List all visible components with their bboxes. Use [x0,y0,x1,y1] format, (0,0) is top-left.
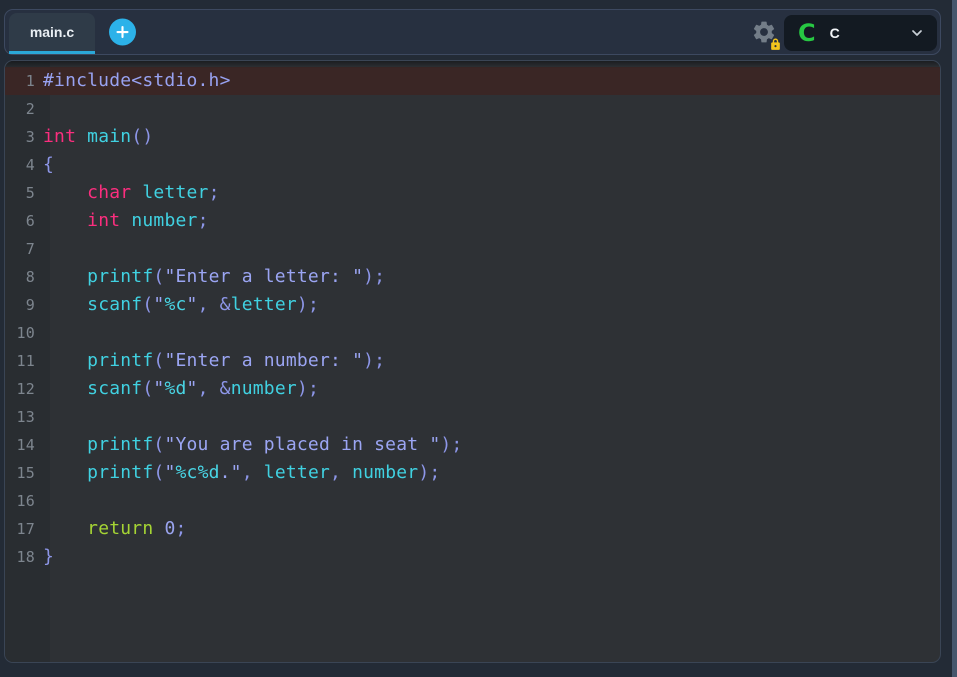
code-line-active[interactable]: 1#include<stdio.h> [5,67,940,95]
line-number: 3 [5,123,35,151]
line-number: 17 [5,515,35,543]
tab-main-c[interactable]: main.c [9,13,95,54]
line-number: 1 [5,67,35,95]
code-line-text [35,403,43,431]
add-tab-button[interactable] [109,19,136,46]
code-line-text: scanf("%d", &number); [35,375,319,403]
lock-icon [769,38,782,51]
line-number: 11 [5,347,35,375]
c-language-logo: C [798,21,816,45]
line-number: 9 [5,291,35,319]
toolbar: main.c C C [4,9,941,55]
settings-button[interactable] [751,19,777,45]
code-line-text [35,487,43,515]
code-line-text: printf("%c%d.", letter, number); [35,459,440,487]
code-line-text [35,319,43,347]
code-line-text [35,235,43,263]
code-line-text: return 0; [35,515,187,543]
line-number: 8 [5,263,35,291]
line-number: 10 [5,319,35,347]
code-line[interactable]: 4{ [5,151,940,179]
code-line[interactable]: 2 [5,95,940,123]
code-line-text: int number; [35,207,209,235]
code-line-text: } [35,543,54,571]
line-number: 14 [5,431,35,459]
code-line-text: printf("Enter a number: "); [35,347,385,375]
chevron-down-icon [909,25,925,41]
line-number: 18 [5,543,35,571]
code-line-text: #include<stdio.h> [35,67,231,95]
code-line[interactable]: 18} [5,543,940,571]
code-line-text: printf("You are placed in seat "); [35,431,462,459]
page-scrollbar[interactable] [952,0,957,677]
line-number: 13 [5,403,35,431]
code-line[interactable]: 3int main() [5,123,940,151]
code-line[interactable]: 9 scanf("%c", &letter); [5,291,940,319]
code-line-text [35,95,43,123]
code-line[interactable]: 10 [5,319,940,347]
language-selector[interactable]: C C [784,15,937,51]
code-line[interactable]: 14 printf("You are placed in seat "); [5,431,940,459]
code-lines: 1#include<stdio.h>23int main()4{5 char l… [5,67,940,571]
code-line[interactable]: 7 [5,235,940,263]
code-line-text: { [35,151,54,179]
code-line-text: int main() [35,123,153,151]
line-number: 15 [5,459,35,487]
code-line-text: char letter; [35,179,220,207]
code-line[interactable]: 15 printf("%c%d.", letter, number); [5,459,940,487]
code-line-text: printf("Enter a letter: "); [35,263,385,291]
code-line[interactable]: 11 printf("Enter a number: "); [5,347,940,375]
code-line[interactable]: 5 char letter; [5,179,940,207]
code-line[interactable]: 6 int number; [5,207,940,235]
line-number: 12 [5,375,35,403]
line-number: 16 [5,487,35,515]
line-number: 6 [5,207,35,235]
line-number: 5 [5,179,35,207]
line-number: 7 [5,235,35,263]
code-line[interactable]: 8 printf("Enter a letter: "); [5,263,940,291]
code-line[interactable]: 13 [5,403,940,431]
code-line[interactable]: 17 return 0; [5,515,940,543]
code-editor[interactable]: 1#include<stdio.h>23int main()4{5 char l… [4,60,941,663]
code-line-text: scanf("%c", &letter); [35,291,319,319]
code-line[interactable]: 16 [5,487,940,515]
plus-icon [115,25,130,40]
line-number: 4 [5,151,35,179]
language-selected-label: C [830,25,840,41]
line-number: 2 [5,95,35,123]
tab-label: main.c [30,24,74,40]
code-line[interactable]: 12 scanf("%d", &number); [5,375,940,403]
